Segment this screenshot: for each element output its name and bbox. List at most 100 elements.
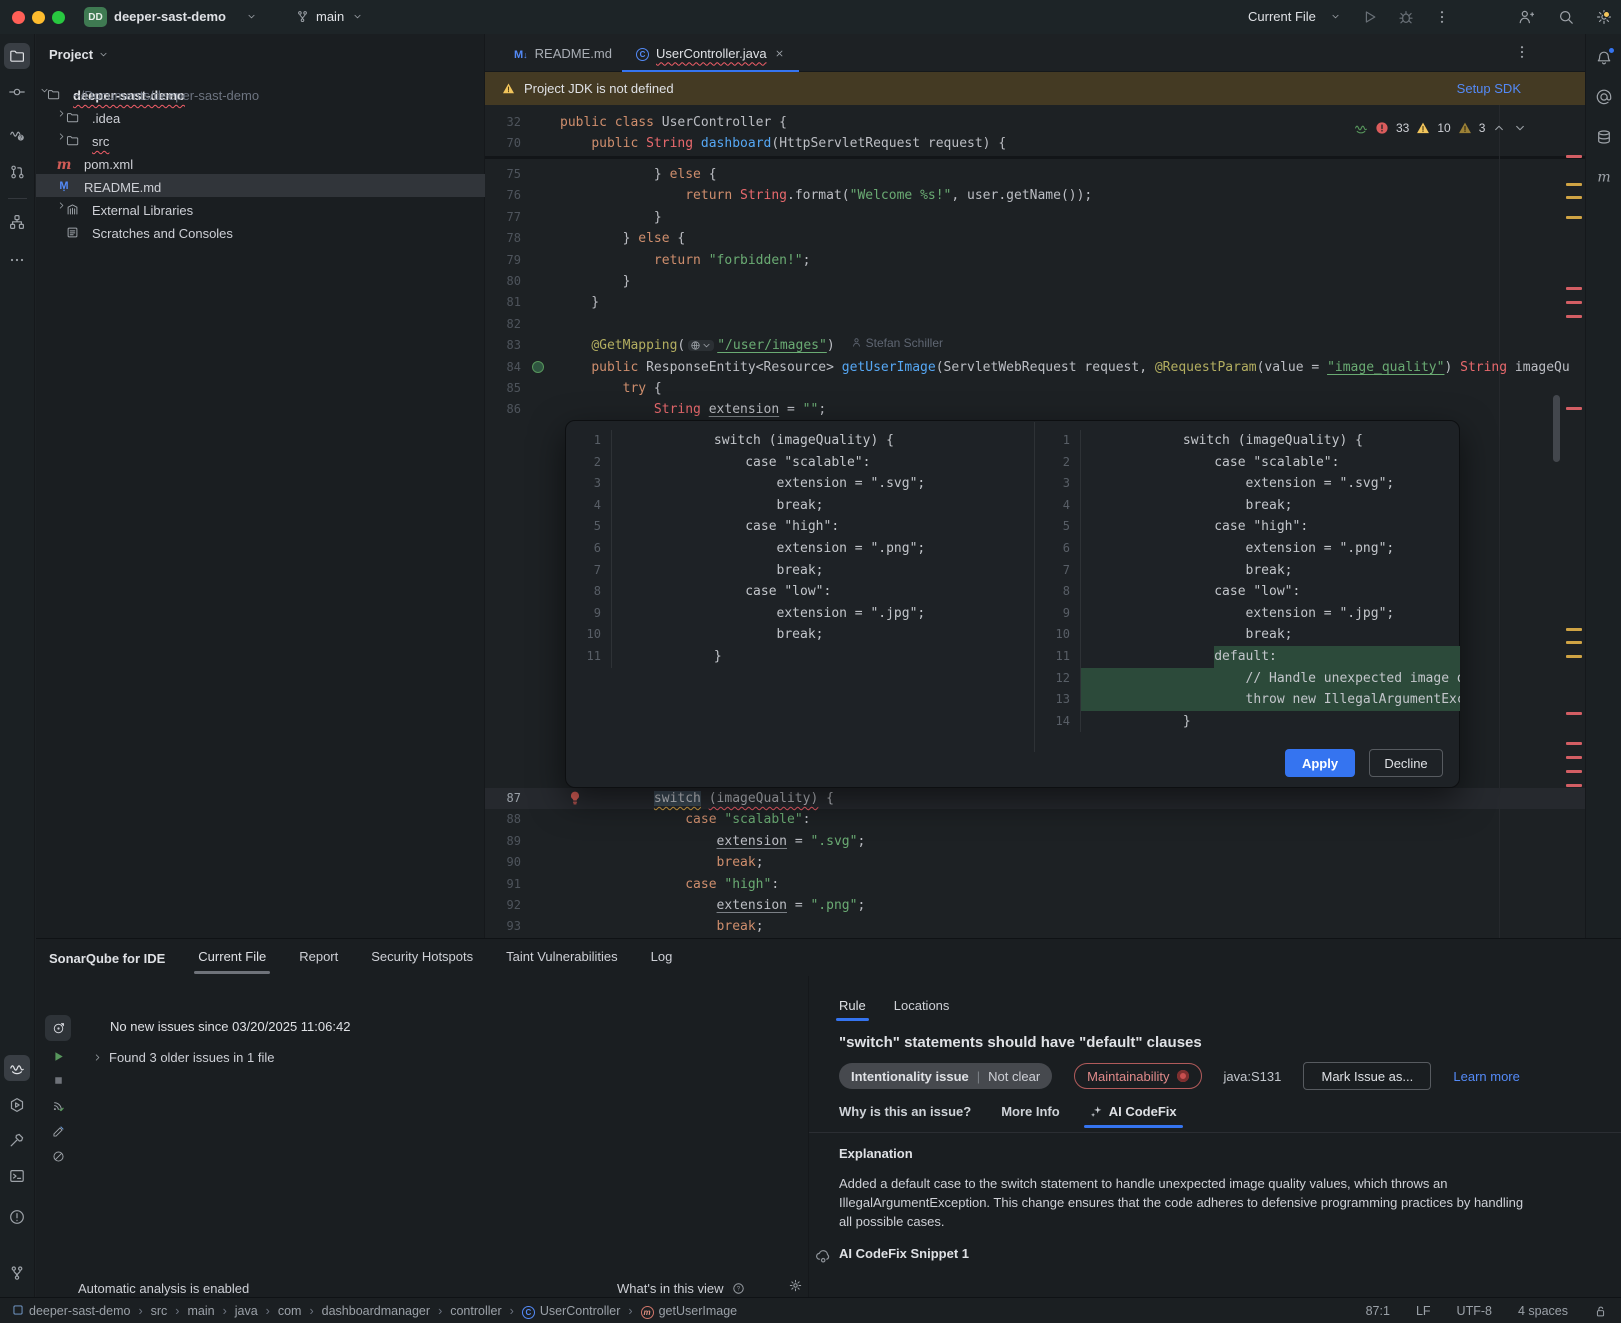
code-line-77[interactable]: 77 } [485, 207, 1585, 228]
stop-button[interactable] [45, 1067, 71, 1093]
code-line-84[interactable]: 84 public ResponseEntity<Resource> getUs… [485, 357, 1585, 378]
sonar-help-tool-button[interactable]: ? [4, 121, 30, 147]
sonarqube-tool-button[interactable] [4, 1055, 30, 1081]
project-selector[interactable]: deeper-sast-demo [114, 9, 226, 24]
bottom-tab-taint-vulnerabilities[interactable]: Taint Vulnerabilities [506, 949, 618, 968]
subtab-why-is-this-an-issue-[interactable]: Why is this an issue? [839, 1104, 971, 1128]
branch-selector[interactable]: main [316, 9, 344, 24]
line-ending[interactable]: LF [1416, 1304, 1431, 1318]
file-encoding[interactable]: UTF-8 [1457, 1304, 1492, 1318]
tree-item-external-libraries[interactable]: External Libraries [36, 197, 485, 220]
learn-more-link[interactable]: Learn more [1453, 1069, 1519, 1084]
found-issues-row[interactable]: Found 3 older issues in 1 file [92, 1050, 274, 1065]
code-line-78[interactable]: 78 } else { [485, 228, 1585, 249]
tab-readme-md[interactable]: M↓README.md [500, 34, 626, 72]
search-everywhere-button[interactable] [1558, 9, 1574, 25]
setup-sdk-link[interactable]: Setup SDK [1457, 81, 1521, 96]
code-line-92[interactable]: 92 extension = ".png"; [485, 895, 1585, 916]
problems-tool-button[interactable] [4, 1204, 30, 1230]
ai-assistant-tool-button[interactable] [1591, 84, 1617, 110]
bottom-tab-log[interactable]: Log [651, 949, 673, 968]
breadcrumb-item-getuserimage[interactable]: mgetUserImage [641, 1304, 738, 1319]
breadcrumb-item-src[interactable]: src [151, 1304, 168, 1318]
code-line-76[interactable]: 76 return String.format("Welcome %s!", u… [485, 185, 1585, 206]
clean-button[interactable] [45, 1143, 71, 1169]
terminal-tool-button[interactable] [4, 1163, 30, 1189]
close-icon[interactable] [774, 48, 785, 59]
next-issue-button[interactable] [1513, 121, 1527, 135]
breadcrumb-item-controller[interactable]: controller [450, 1304, 501, 1318]
tab-usercontroller-java[interactable]: CUserController.java [622, 34, 799, 72]
code-line-79[interactable]: 79 return "forbidden!"; [485, 250, 1585, 271]
breadcrumb-item-deeper-sast-demo[interactable]: deeper-sast-demo [12, 1304, 130, 1319]
bottom-tab-current-file[interactable]: Current File [198, 949, 266, 968]
breadcrumb-item-java[interactable]: java [235, 1304, 258, 1318]
build-tool-button[interactable] [4, 1127, 30, 1153]
unlock-icon[interactable] [1594, 1305, 1607, 1318]
project-panel-header[interactable]: Project [49, 47, 109, 62]
code-line-83[interactable]: 83 @GetMapping("/user/images")Stefan Sch… [485, 335, 1585, 356]
tree-item-deeper-sast-demo[interactable]: deeper-sast-demo ~/Documents/deeper-sast… [36, 82, 485, 105]
code-line-80[interactable]: 80 } [485, 271, 1585, 292]
url-mapping-widget[interactable] [688, 340, 714, 351]
run-green-button[interactable] [45, 1043, 71, 1069]
apply-button[interactable]: Apply [1285, 749, 1355, 777]
subtab-more-info[interactable]: More Info [1001, 1104, 1060, 1128]
code-line-86[interactable]: 86 String extension = ""; [485, 399, 1585, 420]
indent-setting[interactable]: 4 spaces [1518, 1304, 1568, 1318]
code-line-90[interactable]: 90 break; [485, 852, 1585, 873]
settings-button[interactable] [1596, 9, 1612, 25]
tree-item-pom-xml[interactable]: mpom.xml [36, 151, 485, 174]
subtab-ai-codefix[interactable]: AI CodeFix [1090, 1104, 1177, 1128]
editor-scrollbar[interactable] [1553, 395, 1560, 462]
tab-options-button[interactable] [1514, 44, 1530, 60]
notifications-tool-button[interactable] [1591, 45, 1617, 71]
more-tool-button[interactable] [4, 247, 30, 273]
tree-item-readme-md[interactable]: M↓README.md [36, 174, 485, 197]
maven-tool-button[interactable]: m [1591, 164, 1617, 190]
bottom-panel-title[interactable]: SonarQube for IDE [49, 951, 165, 966]
tools-button[interactable] [45, 1118, 71, 1144]
mark-issue-button[interactable]: Mark Issue as... [1303, 1062, 1431, 1090]
git-branch-tool-button[interactable] [4, 1260, 30, 1286]
inspection-widget[interactable]: 33 10 3 [1354, 118, 1527, 137]
signal-check-button[interactable] [45, 1092, 71, 1118]
tree-item-src[interactable]: src [36, 128, 485, 151]
pull-request-tool-button[interactable] [4, 159, 30, 185]
tree-item-scratches-and-consoles[interactable]: Scratches and Consoles [36, 220, 485, 243]
target-button[interactable] [45, 1015, 71, 1041]
code-line-91[interactable]: 91 case "high": [485, 874, 1585, 895]
structure-tool-button[interactable] [4, 209, 30, 235]
services-tool-button[interactable] [4, 1092, 30, 1118]
code-line-87[interactable]: 87 switch (imageQuality) { [485, 788, 1585, 809]
rule-tab-locations[interactable]: Locations [894, 998, 950, 1021]
decline-button[interactable]: Decline [1369, 749, 1443, 777]
close-window-button[interactable] [12, 11, 25, 24]
database-tool-button[interactable] [1591, 124, 1617, 150]
code-line-88[interactable]: 88 case "scalable": [485, 809, 1585, 830]
folder-tool-button[interactable] [4, 43, 30, 69]
minimize-window-button[interactable] [32, 11, 45, 24]
code-line-85[interactable]: 85 try { [485, 378, 1585, 399]
breadcrumb-item-usercontroller[interactable]: CUserController [522, 1304, 621, 1319]
zoom-window-button[interactable] [52, 11, 65, 24]
breadcrumb-item-dashboardmanager[interactable]: dashboardmanager [322, 1304, 430, 1318]
bottom-tab-security-hotspots[interactable]: Security Hotspots [371, 949, 473, 968]
code-line-93[interactable]: 93 break; [485, 916, 1585, 937]
tree-item--idea[interactable]: .idea [36, 105, 485, 128]
code-line-75[interactable]: 75 } else { [485, 164, 1585, 185]
rule-tab-rule[interactable]: Rule [839, 998, 866, 1021]
breadcrumb-item-main[interactable]: main [187, 1304, 214, 1318]
prev-issue-button[interactable] [1492, 121, 1506, 135]
run-button[interactable] [1362, 9, 1378, 25]
commit-tool-button[interactable] [4, 79, 30, 105]
run-config-selector[interactable]: Current File [1248, 9, 1316, 24]
more-actions-button[interactable] [1434, 9, 1450, 25]
bottom-tab-report[interactable]: Report [299, 949, 338, 968]
code-line-82[interactable]: 82 [485, 314, 1585, 335]
caret-position[interactable]: 87:1 [1366, 1304, 1390, 1318]
endpoint-gutter-icon[interactable] [532, 361, 544, 376]
code-line-81[interactable]: 81 } [485, 292, 1585, 313]
code-line-89[interactable]: 89 extension = ".svg"; [485, 831, 1585, 852]
whats-in-view-link[interactable]: What's in this view ? [617, 1281, 745, 1296]
